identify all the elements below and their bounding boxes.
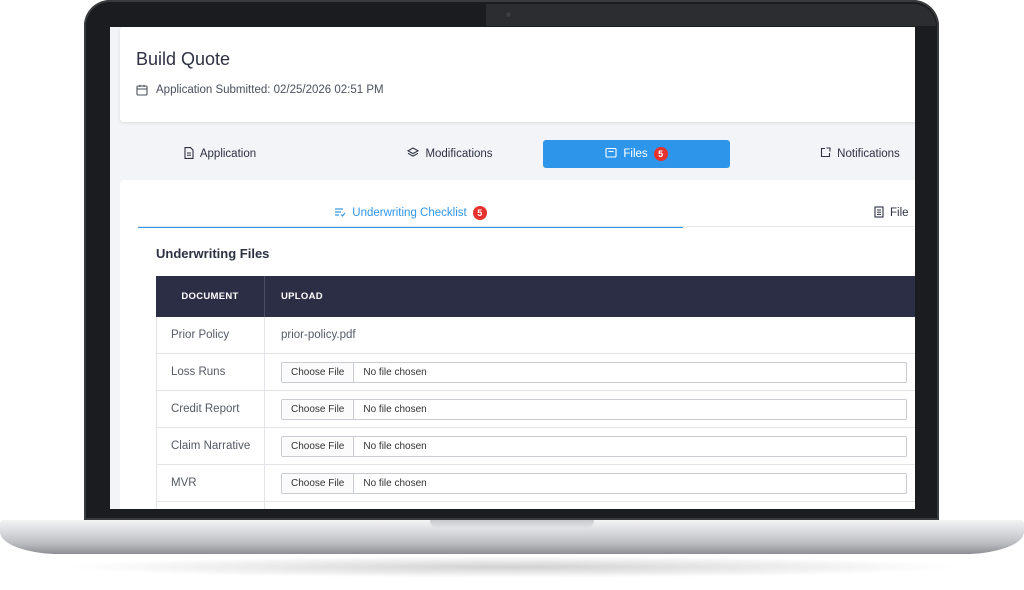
laptop-base-notch [430,520,594,529]
tab-files-label: Files [623,148,648,160]
calendar-icon [136,84,148,96]
file-status: No file chosen [363,477,427,489]
uploaded-file-name: prior-policy.pdf [281,329,356,341]
table-row: Prior Policy prior-policy.pdf [156,317,915,354]
files-panel: Underwriting Checklist 5 File Underwriti… [120,180,915,509]
file-icon [874,205,884,221]
laptop-shadow [60,556,964,578]
document-icon [184,146,194,162]
table-row: MVR Choose File No file chosen [156,465,915,502]
document-name: Claim Narrative [157,428,265,464]
table-row: Credit Report Choose File No file chosen [156,391,915,428]
layers-icon [407,146,420,162]
quote-header: Build Quote Application Submitted: 02/25… [120,27,915,122]
page-title: Build Quote [136,49,231,69]
file-status: No file chosen [363,440,427,452]
subtab-underwriting-checklist-label: Underwriting Checklist [352,207,467,219]
tab-application[interactable]: Application [150,140,290,168]
column-header-document: DOCUMENT [156,276,265,317]
laptop-bezel-highlight [486,4,936,26]
document-name [157,502,265,509]
file-input-claim-narrative[interactable]: Choose File No file chosen [281,435,907,457]
submission-date: Application Submitted: 02/25/2026 02:51 … [156,84,384,96]
file-status: No file chosen [363,403,427,415]
table-header: DOCUMENT UPLOAD [156,276,915,317]
submission-info: Application Submitted: 02/25/2026 02:51 … [136,84,384,96]
underwriting-files-table: DOCUMENT UPLOAD Prior Policy prior-polic… [156,276,915,509]
checklist-count-badge: 5 [472,206,487,220]
subtab-files-label: File [890,207,909,219]
choose-file-button[interactable]: Choose File [282,362,355,382]
subtab-files[interactable]: File [874,200,915,226]
checklist-icon [334,207,346,220]
subtab-underwriting-checklist[interactable]: Underwriting Checklist 5 [138,200,683,228]
table-row: Loss Runs Choose File No file chosen [156,354,915,391]
external-link-icon [820,147,831,161]
webcam-icon [504,10,513,19]
subtab-divider [138,226,915,227]
tab-application-label: Application [199,148,257,160]
choose-file-button[interactable]: Choose File [282,436,355,456]
tab-notifications[interactable]: Notifications [790,140,915,168]
table-row: Claim Narrative Choose File No file chos… [156,428,915,465]
main-tabs: Application Modifications Files 5 Notifi… [120,140,915,168]
document-name: Credit Report [157,391,265,427]
column-header-upload: UPLOAD [281,291,323,302]
choose-file-button[interactable]: Choose File [282,473,355,493]
document-name: Loss Runs [157,354,265,390]
choose-file-button[interactable]: Choose File [282,399,355,419]
table-row [156,502,915,509]
tab-notifications-label: Notifications [837,148,900,160]
tab-modifications[interactable]: Modifications [360,140,540,168]
files-count-badge: 5 [653,147,668,161]
section-title: Underwriting Files [156,246,270,261]
file-input-mvr[interactable]: Choose File No file chosen [281,472,907,494]
document-name: MVR [157,465,265,501]
document-name: Prior Policy [157,317,265,353]
folder-icon [605,147,617,161]
tab-files[interactable]: Files 5 [543,140,730,168]
tab-modifications-label: Modifications [425,148,493,160]
file-subtabs: Underwriting Checklist 5 File [138,200,915,228]
file-input-credit-report[interactable]: Choose File No file chosen [281,398,907,420]
file-input-loss-runs[interactable]: Choose File No file chosen [281,361,907,383]
file-status: No file chosen [363,366,427,378]
app-screen: Build Quote Application Submitted: 02/25… [110,27,915,509]
